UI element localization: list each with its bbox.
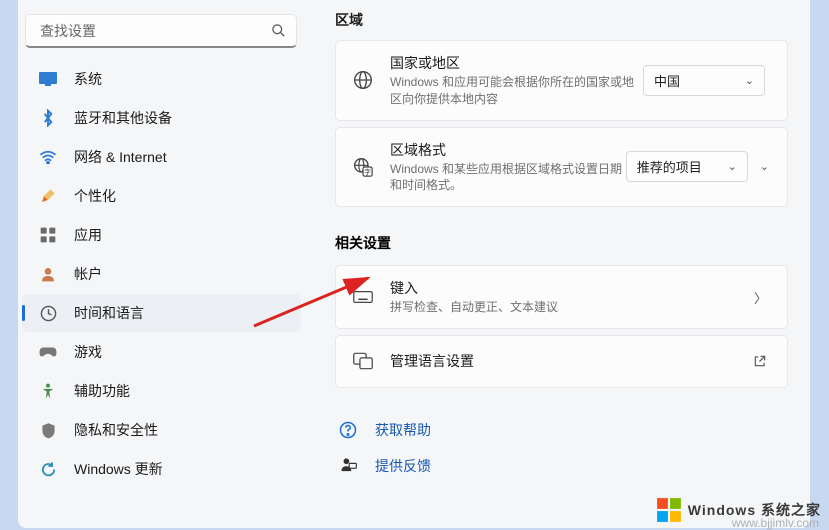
feedback-label: 提供反馈	[361, 456, 431, 476]
feedback-link[interactable]: 提供反馈	[335, 448, 788, 484]
nav-label: 网络 & Internet	[74, 147, 167, 167]
apps-icon	[38, 225, 58, 245]
accessibility-icon	[38, 381, 58, 401]
language-title: 管理语言设置	[390, 351, 747, 371]
sidebar-item-accounts[interactable]: 帐户	[22, 255, 301, 293]
globe-icon	[350, 70, 376, 90]
format-title: 区域格式	[390, 140, 626, 160]
windows-logo-icon	[656, 497, 682, 523]
privacy-icon	[38, 420, 58, 440]
country-dropdown[interactable]: 中国 ⌄	[643, 65, 765, 96]
gaming-icon	[38, 342, 58, 362]
nav-label: Windows 更新	[74, 459, 163, 479]
nav-label: 个性化	[74, 186, 116, 206]
sidebar-item-bluetooth[interactable]: 蓝牙和其他设备	[22, 99, 301, 137]
country-desc: Windows 和应用可能会根据你所在的国家或地区向你提供本地内容	[390, 74, 643, 108]
country-value: 中国	[654, 71, 680, 90]
language-settings-card[interactable]: 管理语言设置	[335, 335, 788, 388]
nav-label: 应用	[74, 225, 102, 245]
system-icon	[38, 69, 58, 89]
search-input[interactable]: 查找设置	[25, 14, 297, 48]
nav-label: 系统	[74, 69, 102, 89]
typing-desc: 拼写检查、自动更正、文本建议	[390, 299, 748, 316]
search-placeholder: 查找设置	[40, 21, 271, 41]
country-region-card[interactable]: 国家或地区 Windows 和应用可能会根据你所在的国家或地区向你提供本地内容 …	[335, 40, 788, 121]
accounts-icon	[38, 264, 58, 284]
card-body: 国家或地区 Windows 和应用可能会根据你所在的国家或地区向你提供本地内容	[376, 53, 643, 108]
sidebar-item-system[interactable]: 系统	[22, 60, 301, 98]
sidebar: 查找设置 系统 蓝牙和其他设备 网络 & Internet 个性化	[18, 0, 313, 528]
search-icon	[271, 23, 286, 38]
update-icon	[38, 459, 58, 479]
expand-button[interactable]: ⌄	[756, 160, 773, 173]
sidebar-item-update[interactable]: Windows 更新	[22, 450, 301, 488]
nav-label: 隐私和安全性	[74, 420, 158, 440]
region-format-card[interactable]: 字 区域格式 Windows 和某些应用根据区域格式设置日期和时间格式。 推荐的…	[335, 127, 788, 208]
sidebar-item-personalize[interactable]: 个性化	[22, 177, 301, 215]
get-help-link[interactable]: 获取帮助	[335, 412, 788, 448]
nav-label: 游戏	[74, 342, 102, 362]
keyboard-icon	[350, 290, 376, 304]
watermark-url: www.bjjimlv.com	[732, 516, 819, 530]
network-icon	[38, 147, 58, 167]
content-panel: 区域 国家或地区 Windows 和应用可能会根据你所在的国家或地区向你提供本地…	[313, 0, 810, 528]
sidebar-item-time-language[interactable]: 时间和语言	[22, 294, 301, 332]
region-heading: 区域	[335, 10, 788, 30]
sidebar-item-apps[interactable]: 应用	[22, 216, 301, 254]
language-icon	[350, 352, 376, 370]
format-desc: Windows 和某些应用根据区域格式设置日期和时间格式。	[390, 161, 626, 195]
help-icon	[335, 421, 361, 439]
nav-list: 系统 蓝牙和其他设备 网络 & Internet 个性化 应用 帐户	[18, 60, 313, 488]
time-icon	[38, 303, 58, 323]
sidebar-item-gaming[interactable]: 游戏	[22, 333, 301, 371]
help-label: 获取帮助	[361, 420, 431, 440]
settings-window: 查找设置 系统 蓝牙和其他设备 网络 & Internet 个性化	[18, 0, 810, 528]
sidebar-item-network[interactable]: 网络 & Internet	[22, 138, 301, 176]
svg-text:字: 字	[364, 167, 371, 176]
chevron-down-icon: ⌄	[745, 74, 754, 87]
nav-label: 辅助功能	[74, 381, 130, 401]
sidebar-item-privacy[interactable]: 隐私和安全性	[22, 411, 301, 449]
typing-title: 键入	[390, 278, 748, 298]
card-body: 管理语言设置	[376, 351, 747, 372]
bluetooth-icon	[38, 108, 58, 128]
card-body: 区域格式 Windows 和某些应用根据区域格式设置日期和时间格式。	[376, 140, 626, 195]
chevron-down-icon: ⌄	[728, 160, 737, 173]
related-heading: 相关设置	[335, 233, 788, 253]
personalize-icon	[38, 186, 58, 206]
nav-label: 帐户	[74, 264, 102, 284]
help-links: 获取帮助 提供反馈	[335, 412, 788, 484]
sidebar-item-accessibility[interactable]: 辅助功能	[22, 372, 301, 410]
nav-label: 时间和语言	[74, 303, 144, 323]
feedback-icon	[335, 457, 361, 474]
nav-label: 蓝牙和其他设备	[74, 108, 172, 128]
card-body: 键入 拼写检查、自动更正、文本建议	[376, 278, 748, 316]
globe-char-icon: 字	[350, 157, 376, 177]
chevron-right-icon: 〉	[748, 288, 773, 307]
format-dropdown[interactable]: 推荐的项目 ⌄	[626, 151, 748, 182]
format-value: 推荐的项目	[637, 157, 702, 176]
country-title: 国家或地区	[390, 53, 643, 73]
external-link-icon	[747, 354, 773, 368]
typing-card[interactable]: 键入 拼写检查、自动更正、文本建议 〉	[335, 265, 788, 329]
